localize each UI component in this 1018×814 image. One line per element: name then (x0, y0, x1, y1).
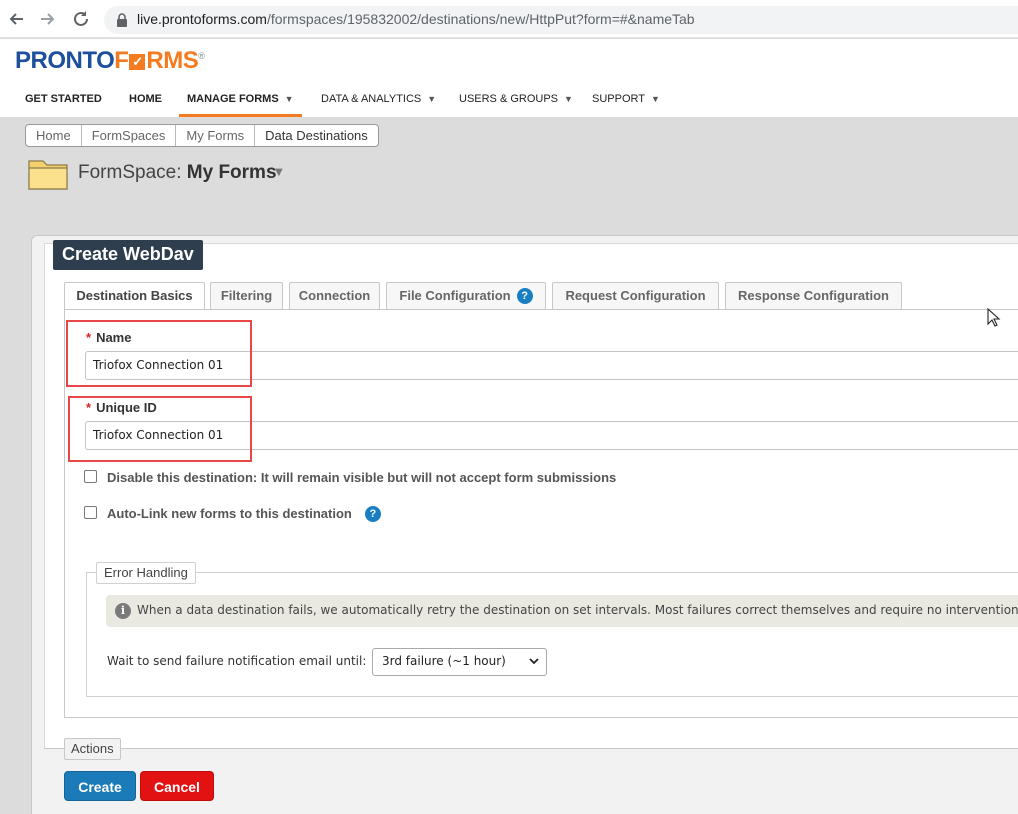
nav-data-analytics[interactable]: DATA & ANALYTICS ▼ (321, 87, 436, 117)
tab-label: Request Configuration (565, 288, 706, 303)
caret-down-icon: ▼ (284, 94, 294, 104)
help-icon[interactable]: ? (364, 506, 381, 522)
formspace-dropdown-icon[interactable]: ▼ (275, 167, 283, 178)
nav-manage-forms-label: MANAGE FORMS (187, 93, 279, 105)
formspace-label: FormSpace: (78, 162, 187, 183)
reload-icon[interactable] (70, 8, 92, 30)
app-header: PRONTOF ✓ RMS® GET STARTED HOME MANAGE FOR… (0, 39, 1018, 117)
name-highlight-box (66, 320, 252, 387)
url-path: /formspaces/195832002/destinations/new/H… (266, 11, 695, 27)
auto-link-checkbox[interactable] (84, 506, 97, 519)
error-handling-legend: Error Handling (96, 562, 196, 584)
formspace-title[interactable]: FormSpace: My Forms (78, 162, 277, 184)
actions-legend: Actions (64, 738, 121, 760)
logo-trademark: ® (198, 51, 205, 61)
mouse-cursor-icon (987, 307, 1001, 328)
create-button[interactable]: Create (64, 771, 136, 801)
prontoforms-logo[interactable]: PRONTOF ✓ RMS® (15, 47, 205, 75)
breadcrumb: Home FormSpaces My Forms Data Destinatio… (25, 124, 379, 147)
tab-file-configuration[interactable]: File Configuration? (386, 282, 546, 310)
panel-title: Create WebDav (53, 240, 203, 270)
nav-data-analytics-label: DATA & ANALYTICS (321, 93, 422, 105)
selected-option: 3rd failure (~1 hour) (382, 654, 506, 668)
error-handling-fieldset (86, 572, 1018, 697)
url-domain: live.prontoforms.com (137, 11, 267, 27)
breadcrumb-data-destinations: Data Destinations (265, 128, 368, 143)
logo-text-pronto: PRONTO (15, 47, 115, 74)
tab-filtering[interactable]: Filtering (210, 282, 283, 310)
help-icon[interactable]: ? (516, 288, 533, 304)
top-navigation: GET STARTED HOME MANAGE FORMS ▼ DATA & AN… (0, 87, 1018, 117)
tab-request-configuration[interactable]: Request Configuration (552, 282, 719, 310)
tab-label: Response Configuration (738, 288, 889, 303)
breadcrumb-home[interactable]: Home (26, 125, 82, 146)
caret-down-icon: ▼ (650, 94, 660, 104)
info-icon: i (115, 603, 131, 619)
chevron-down-icon (528, 653, 540, 672)
tab-label: File Configuration (399, 288, 511, 303)
auto-link-label[interactable]: Auto-Link new forms to this destination (107, 506, 352, 521)
disable-destination-row: Disable this destination: It will remain… (84, 470, 616, 485)
formspace-name: My Forms (186, 162, 277, 183)
breadcrumb-formspaces[interactable]: FormSpaces (82, 125, 177, 146)
cancel-button[interactable]: Cancel (140, 771, 214, 801)
auto-link-row: Auto-Link new forms to this destination? (84, 506, 381, 522)
tab-connection[interactable]: Connection (289, 282, 380, 310)
info-message-text: When a data destination fails, we automa… (137, 603, 1018, 617)
url-text[interactable]: live.prontoforms.com/formspaces/19583200… (137, 11, 695, 27)
tab-destination-basics[interactable]: Destination Basics (64, 282, 205, 311)
logo-text-f: F (114, 47, 129, 74)
nav-get-started-label: GET STARTED (25, 93, 102, 105)
back-arrow-icon[interactable] (6, 8, 28, 30)
tab-response-configuration[interactable]: Response Configuration (725, 282, 902, 310)
folder-icon (28, 156, 68, 190)
lock-icon (113, 11, 131, 29)
unique-id-highlight-box (68, 396, 252, 462)
tab-label: Filtering (220, 288, 273, 303)
disable-destination-label[interactable]: Disable this destination: It will remain… (107, 470, 616, 485)
nav-home-label: HOME (129, 93, 162, 105)
nav-get-started[interactable]: GET STARTED (25, 87, 102, 117)
failure-notification-label: Wait to send failure notification email … (107, 654, 367, 668)
breadcrumb-my-forms[interactable]: My Forms (176, 125, 256, 146)
tab-label: Destination Basics (76, 288, 193, 303)
nav-support[interactable]: SUPPORT ▼ (592, 87, 660, 117)
nav-support-label: SUPPORT (592, 93, 645, 105)
nav-manage-forms[interactable]: MANAGE FORMS ▼ (179, 87, 302, 117)
disable-destination-checkbox[interactable] (84, 470, 97, 483)
logo-check-icon: ✓ (129, 54, 146, 70)
nav-home[interactable]: HOME (129, 87, 162, 117)
forward-arrow-icon[interactable] (36, 8, 58, 30)
browser-toolbar: live.prontoforms.com/formspaces/19583200… (0, 0, 1018, 38)
caret-down-icon: ▼ (564, 94, 573, 104)
tab-label: Connection (298, 288, 371, 303)
nav-users-groups[interactable]: USERS & GROUPS ▼ (459, 87, 573, 117)
logo-text-rms: RMS (146, 47, 199, 74)
failure-notification-select[interactable]: 3rd failure (~1 hour) (372, 648, 547, 676)
caret-down-icon: ▼ (427, 94, 437, 104)
nav-users-groups-label: USERS & GROUPS (459, 93, 559, 105)
actions-divider (44, 748, 1018, 749)
